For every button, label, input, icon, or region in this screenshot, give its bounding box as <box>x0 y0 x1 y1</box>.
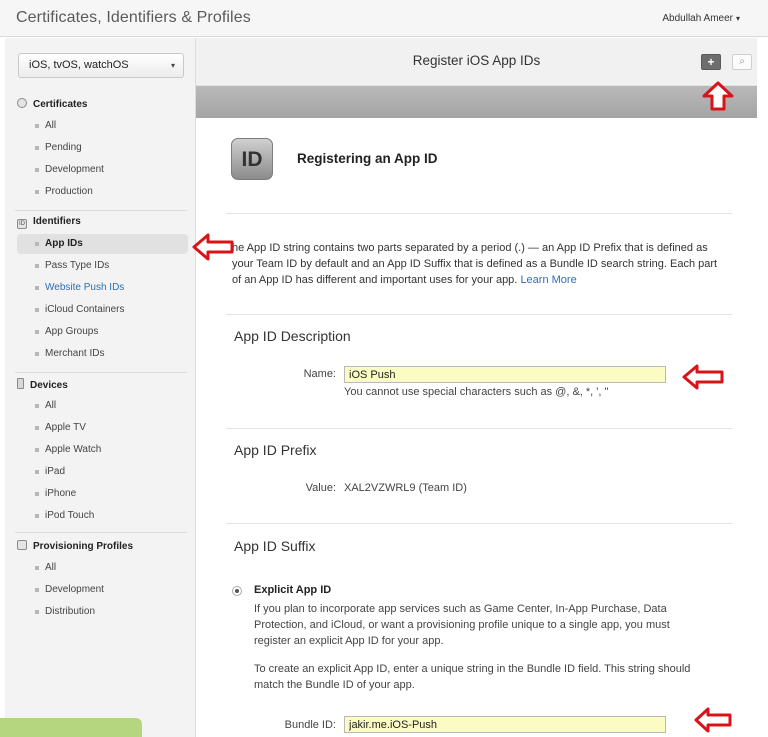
annotation-arrow-left-icon <box>682 364 724 390</box>
certificate-icon <box>17 98 27 108</box>
bottom-status-bar <box>0 718 142 737</box>
bullet-icon <box>35 124 39 128</box>
platform-select-value: iOS, tvOS, watchOS <box>29 59 129 71</box>
section-title: Provisioning Profiles <box>33 541 134 552</box>
chevron-down-icon: ▾ <box>170 61 175 70</box>
annotation-arrow-left-icon <box>694 707 732 733</box>
prefix-value: XAL2VZWRL9 (Team ID) <box>344 482 467 494</box>
user-name: Abdullah Ameer <box>662 13 733 24</box>
identifier-icon: ID <box>17 219 27 229</box>
bullet-icon <box>35 286 39 290</box>
sidebar-item-app-ids[interactable]: App IDs <box>17 234 188 254</box>
bullet-icon <box>35 242 39 246</box>
device-icon <box>17 378 24 389</box>
page-title: Register iOS App IDs <box>412 53 541 68</box>
bullet-icon <box>35 168 39 172</box>
sidebar-item-apple-tv[interactable]: Apple TV <box>17 418 188 438</box>
divider <box>15 210 187 211</box>
add-button[interactable]: + <box>701 54 721 70</box>
sidebar-item-icloud-containers[interactable]: iCloud Containers <box>17 300 188 320</box>
bullet-icon <box>35 426 39 430</box>
section-certificates[interactable]: Certificates <box>17 98 87 114</box>
sidebar-item-devices-all[interactable]: All <box>17 396 188 416</box>
app-id-icon: ID <box>231 138 273 180</box>
bullet-icon <box>35 404 39 408</box>
search-button[interactable]: ⌕ <box>732 54 752 70</box>
sidebar-item-certificates-all[interactable]: All <box>17 116 188 136</box>
bullet-icon <box>35 190 39 194</box>
bullet-icon <box>35 146 39 150</box>
app-title: Certificates, Identifiers & Profiles <box>16 9 251 26</box>
app-id-prefix-title: App ID Prefix <box>234 442 317 458</box>
app-id-description-title: App ID Description <box>234 328 351 344</box>
name-hint: You cannot use special characters such a… <box>344 386 609 398</box>
app-id-suffix-title: App ID Suffix <box>234 538 316 554</box>
divider <box>226 314 732 315</box>
sidebar-item-pass-type-ids[interactable]: Pass Type IDs <box>17 256 188 276</box>
divider <box>15 372 187 373</box>
divider <box>226 523 732 524</box>
main-panel: Register iOS App IDs + ⌕ ID Registering … <box>196 38 757 737</box>
sidebar-item-development[interactable]: Development <box>17 160 188 180</box>
bullet-icon <box>35 514 39 518</box>
sidebar-item-app-groups[interactable]: App Groups <box>17 322 188 342</box>
bullet-icon <box>35 264 39 268</box>
sidebar-item-pending[interactable]: Pending <box>17 138 188 158</box>
name-label: Name: <box>303 368 336 380</box>
sidebar-item-production[interactable]: Production <box>17 182 188 202</box>
section-identifiers[interactable]: ID Identifiers <box>17 216 81 232</box>
bundle-id-input[interactable] <box>344 716 666 733</box>
bullet-icon <box>35 610 39 614</box>
top-bar: Certificates, Identifiers & Profiles Abd… <box>0 0 768 37</box>
sidebar-item-iphone[interactable]: iPhone <box>17 484 188 504</box>
section-title: Devices <box>30 380 68 391</box>
divider <box>226 213 732 214</box>
section-title: Certificates <box>33 99 88 110</box>
sidebar-item-website-push-ids[interactable]: Website Push IDs <box>17 278 188 298</box>
main-header: Register iOS App IDs + ⌕ <box>196 38 757 86</box>
annotation-arrow-up-icon <box>702 81 734 111</box>
bullet-icon <box>35 308 39 312</box>
name-input[interactable] <box>344 366 666 383</box>
sidebar-item-merchant-ids[interactable]: Merchant IDs <box>17 344 188 364</box>
divider <box>226 428 732 429</box>
sidebar-item-distribution[interactable]: Distribution <box>17 602 188 622</box>
bullet-icon <box>35 492 39 496</box>
sidebar: iOS, tvOS, watchOS ▾ Certificates All Pe… <box>5 38 196 737</box>
sidebar-item-ipad[interactable]: iPad <box>17 462 188 482</box>
bullet-icon <box>35 470 39 474</box>
toolbar-strip <box>196 86 757 118</box>
bullet-icon <box>35 588 39 592</box>
section-devices[interactable]: Devices <box>17 378 68 394</box>
annotation-arrow-left-icon <box>192 233 234 261</box>
sidebar-item-apple-watch[interactable]: Apple Watch <box>17 440 188 460</box>
bullet-icon <box>35 330 39 334</box>
user-menu[interactable]: Abdullah Ameer ▾ <box>662 13 740 24</box>
section-provisioning-profiles[interactable]: Provisioning Profiles <box>17 540 133 556</box>
section-title: Identifiers <box>33 216 81 227</box>
bullet-icon <box>35 352 39 356</box>
sidebar-item-profiles-all[interactable]: All <box>17 558 188 578</box>
value-label: Value: <box>305 482 336 494</box>
section-heading: Registering an App ID <box>297 151 438 166</box>
divider <box>15 532 187 533</box>
bundle-id-label: Bundle ID: <box>284 719 336 731</box>
bullet-icon <box>35 566 39 570</box>
document-icon <box>17 540 27 550</box>
bullet-icon <box>35 448 39 452</box>
chevron-down-icon: ▾ <box>735 14 740 23</box>
intro-text: he App ID string contains two parts sepa… <box>232 242 718 286</box>
explicit-app-id-label: Explicit App ID <box>254 584 332 596</box>
platform-select[interactable]: iOS, tvOS, watchOS ▾ <box>18 53 184 78</box>
explicit-description: If you plan to incorporate app services … <box>254 603 670 647</box>
explicit-instructions: To create an explicit App ID, enter a un… <box>254 663 691 691</box>
sidebar-item-ipod-touch[interactable]: iPod Touch <box>17 506 188 526</box>
sidebar-item-profiles-development[interactable]: Development <box>17 580 188 600</box>
explicit-app-id-radio[interactable] <box>232 586 242 596</box>
learn-more-link[interactable]: Learn More <box>520 274 576 286</box>
